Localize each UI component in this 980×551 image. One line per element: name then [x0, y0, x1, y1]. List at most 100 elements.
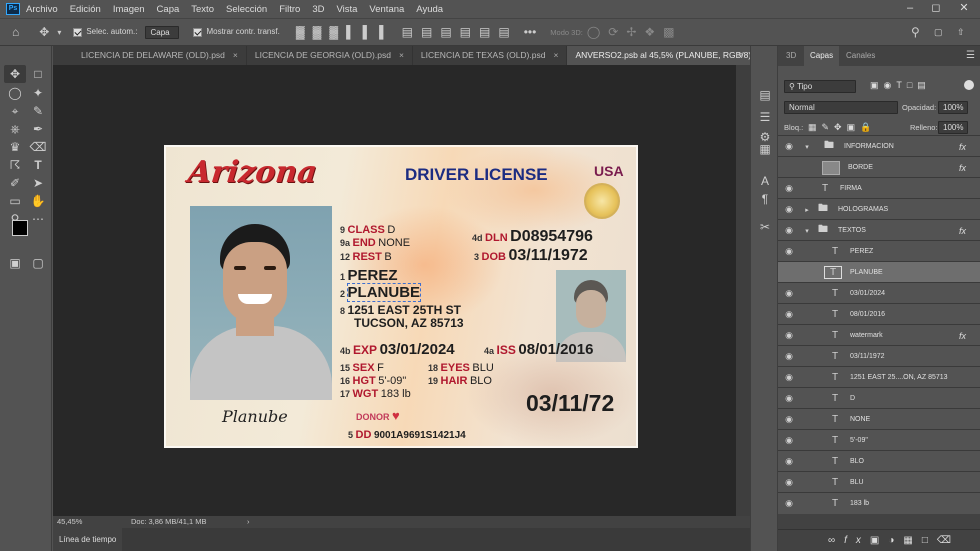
visibility-eye-icon[interactable]: ◉: [778, 477, 800, 488]
move-tool-icon[interactable]: ✥: [39, 25, 49, 39]
screen-mode-icon[interactable]: ▢: [27, 254, 49, 272]
layer-address[interactable]: ◉ T 1251 EAST 25....ON, AZ 85713: [778, 366, 980, 388]
roll-3d-icon[interactable]: ⟳: [608, 25, 618, 39]
more-tools-icon[interactable]: ⋯: [27, 210, 49, 228]
more-options-icon[interactable]: •••: [524, 25, 537, 39]
menu-filtro[interactable]: Filtro: [279, 4, 300, 15]
eraser-tool-icon[interactable]: ⌫: [27, 138, 49, 156]
tab-3d[interactable]: 3D: [780, 46, 802, 66]
visibility-eye-icon[interactable]: ◉: [778, 498, 800, 509]
distribute-bottom-icon[interactable]: ▤: [440, 25, 451, 39]
visibility-eye-icon[interactable]: ◉: [778, 414, 800, 425]
tab-capas[interactable]: Capas: [804, 46, 840, 66]
adjustments-icon[interactable]: ☰: [754, 108, 776, 126]
zoom-level[interactable]: 45,45%: [57, 516, 82, 528]
menu-edicion[interactable]: Edición: [70, 4, 101, 15]
layer-weight[interactable]: ◉ T 183 lb: [778, 492, 980, 514]
visibility-eye-icon[interactable]: ◉: [778, 330, 800, 341]
clone-stamp-icon[interactable]: ♛: [4, 138, 26, 156]
layer-perez[interactable]: ◉ T PEREZ: [778, 240, 980, 262]
distribute-top-icon[interactable]: ▤: [402, 25, 413, 39]
tab-texas[interactable]: LICENCIA DE TEXAS (OLD).psd ×: [412, 46, 568, 65]
healing-brush-icon[interactable]: ⎈: [4, 120, 26, 138]
align-right-icon[interactable]: ▌: [379, 25, 388, 39]
fx-icon[interactable]: fx: [959, 331, 966, 341]
distribute-right-icon[interactable]: ▤: [498, 25, 509, 39]
layer-hair[interactable]: ◉ T BLO: [778, 450, 980, 472]
chevron-down-icon[interactable]: ▾: [800, 227, 814, 235]
align-vcenter-icon[interactable]: ▓: [313, 25, 322, 39]
visibility-eye-icon[interactable]: ◉: [778, 351, 800, 362]
lasso-tool-icon[interactable]: ◯: [4, 84, 26, 102]
drag-3d-icon[interactable]: ✢: [626, 25, 636, 39]
menu-3d[interactable]: 3D: [312, 4, 324, 15]
add-style-icon[interactable]: fx: [844, 535, 870, 546]
align-left-icon[interactable]: ▌: [346, 25, 355, 39]
blend-mode-dropdown[interactable]: Normal: [784, 101, 898, 114]
menu-archivo[interactable]: Archivo: [26, 4, 58, 15]
character-icon[interactable]: A: [754, 172, 776, 190]
fx-icon[interactable]: fx: [959, 226, 966, 236]
menu-seleccion[interactable]: Selección: [226, 4, 267, 15]
menu-imagen[interactable]: Imagen: [113, 4, 145, 15]
fx-icon[interactable]: fx: [959, 142, 966, 152]
new-layer-icon[interactable]: □: [922, 535, 937, 546]
home-icon[interactable]: ⌂: [12, 25, 19, 39]
lock-icons[interactable]: ▦✎✥▣🔒: [808, 122, 876, 133]
timeline-tab[interactable]: Línea de tiempo: [53, 528, 123, 551]
menu-ventana[interactable]: Ventana: [369, 4, 404, 15]
delete-layer-icon[interactable]: ⌫: [937, 535, 960, 546]
move-tool-icon[interactable]: ✥: [4, 65, 26, 83]
layer-borde[interactable]: BORDE fx: [778, 156, 980, 178]
libraries-icon[interactable]: ▦: [754, 140, 776, 158]
layer-class[interactable]: ◉ T D: [778, 387, 980, 409]
fill-input[interactable]: 100%: [938, 121, 968, 134]
menu-capa[interactable]: Capa: [157, 4, 180, 15]
show-transform-checkbox[interactable]: Mostrar contr. transf.: [193, 27, 280, 37]
filter-toggle-icon[interactable]: [964, 80, 974, 90]
close-icon[interactable]: ×: [233, 50, 238, 60]
paragraph-icon[interactable]: ¶: [754, 190, 776, 208]
paint-bucket-icon[interactable]: ☈: [4, 156, 26, 174]
crop-tool-icon[interactable]: ⌖: [4, 102, 26, 120]
visibility-eye-icon[interactable]: ◉: [778, 309, 800, 320]
quick-select-tool-icon[interactable]: ✦: [27, 84, 49, 102]
chevron-down-icon[interactable]: ▾: [800, 143, 814, 151]
new-group-icon[interactable]: ▦: [903, 535, 921, 546]
shape-tool-icon[interactable]: ▭: [4, 192, 26, 210]
layer-exp-date[interactable]: ◉ T 03/01/2024: [778, 282, 980, 304]
slide-3d-icon[interactable]: ❖: [644, 25, 655, 39]
tabs-overflow-icon[interactable]: »: [738, 49, 743, 59]
visibility-eye-icon[interactable]: ◉: [778, 435, 800, 446]
distribute-left-icon[interactable]: ▤: [460, 25, 471, 39]
tab-canales[interactable]: Canales: [840, 46, 881, 66]
share-icon[interactable]: ⇧: [957, 27, 965, 38]
visibility-eye-icon[interactable]: ◉: [778, 456, 800, 467]
layer-select-dropdown[interactable]: Capa: [145, 25, 180, 39]
layer-informacion[interactable]: ◉ ▾ 🖿 INFORMACION fx: [778, 135, 980, 157]
link-layers-icon[interactable]: ∞: [828, 535, 844, 546]
filter-icons[interactable]: ▣◉T□▤: [870, 80, 931, 91]
layer-end[interactable]: ◉ T NONE: [778, 408, 980, 430]
layer-watermark[interactable]: ◉ Twatermark fx: [778, 324, 980, 346]
chevron-right-icon[interactable]: ▸: [800, 206, 814, 214]
brush-tool-icon[interactable]: ✒: [27, 120, 49, 138]
layer-dob[interactable]: ◉ T 03/11/1972: [778, 345, 980, 367]
layer-firma[interactable]: ◉ T FIRMA: [778, 177, 980, 199]
vertical-scrollbar[interactable]: [736, 65, 750, 516]
menu-ayuda[interactable]: Ayuda: [416, 4, 443, 15]
visibility-eye-icon[interactable]: ◉: [778, 246, 800, 257]
distribute-hcenter-icon[interactable]: ▤: [479, 25, 490, 39]
layer-height[interactable]: ◉ T 5'-09": [778, 429, 980, 451]
distribute-vcenter-icon[interactable]: ▤: [421, 25, 432, 39]
adjustment-layer-icon[interactable]: ◑: [888, 535, 903, 546]
visibility-eye-icon[interactable]: ◉: [778, 141, 800, 152]
panel-menu-icon[interactable]: ☰: [966, 50, 975, 61]
chevron-right-icon[interactable]: ›: [247, 516, 250, 528]
hand-tool-icon[interactable]: ✋: [27, 192, 49, 210]
first-name[interactable]: PLANUBE: [346, 283, 422, 302]
visibility-eye-icon[interactable]: ◉: [778, 372, 800, 383]
align-hcenter-icon[interactable]: ▌: [363, 25, 372, 39]
minimize-icon[interactable]: –: [898, 0, 922, 18]
align-bottom-icon[interactable]: ▓: [329, 25, 338, 39]
